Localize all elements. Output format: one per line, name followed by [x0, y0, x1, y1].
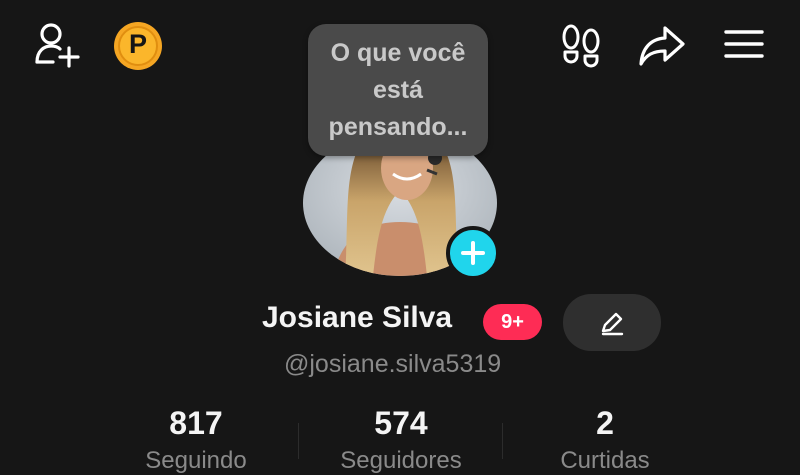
stat-divider: [298, 423, 299, 459]
stat-followers[interactable]: 574 Seguidores: [311, 405, 491, 475]
username-handle: @josiane.silva5319: [284, 350, 502, 378]
stat-likes-label: Curtidas: [560, 447, 650, 474]
add-friend-button[interactable]: [28, 18, 86, 70]
points-coin-button[interactable]: P: [112, 20, 164, 72]
notification-badge[interactable]: 9+: [483, 304, 542, 340]
profile-views-button[interactable]: [556, 20, 606, 70]
profile-name: Josiane Silva: [262, 301, 453, 334]
add-friend-icon: [35, 23, 80, 68]
add-story-button[interactable]: [446, 226, 500, 280]
share-icon: [639, 26, 685, 66]
stat-divider: [502, 423, 503, 459]
edit-profile-button[interactable]: [563, 294, 661, 351]
stat-following[interactable]: 817 Seguindo: [106, 405, 286, 475]
stat-likes-value: 2: [596, 405, 614, 441]
stat-followers-value: 574: [374, 405, 428, 441]
stat-likes[interactable]: 2 Curtidas: [515, 405, 695, 475]
note-bubble[interactable]: O que você está pensando...: [308, 24, 488, 156]
coin-letter: P: [128, 29, 147, 59]
plus-icon: [461, 241, 485, 265]
menu-button[interactable]: [720, 22, 768, 66]
stat-following-value: 817: [169, 405, 223, 441]
stat-followers-label: Seguidores: [340, 447, 462, 474]
stat-following-label: Seguindo: [145, 447, 247, 474]
pencil-icon: [601, 312, 624, 335]
share-button[interactable]: [636, 20, 688, 70]
menu-icon: [724, 30, 764, 58]
note-bubble-text: O que você está pensando...: [328, 38, 468, 141]
footprints-icon: [562, 24, 600, 68]
